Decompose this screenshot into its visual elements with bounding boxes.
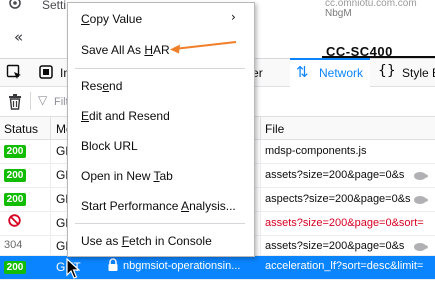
filter-icon: ▽: [38, 93, 48, 107]
request-file: assets?size=200&page=0&s: [265, 169, 405, 181]
menu-item-edit-and-resend[interactable]: Edit and Resend: [81, 109, 170, 123]
column-divider: [50, 140, 51, 258]
status-text: 304: [4, 239, 23, 251]
request-file: assets?size=200&page=0&sort=: [265, 217, 424, 229]
style-editor-tab-label[interactable]: Style E: [402, 66, 435, 80]
blocked-icon: [8, 214, 21, 227]
menu-item-use-as-fetch[interactable]: Use as Fetch in Console: [81, 234, 212, 248]
lock-icon: [108, 258, 118, 271]
tab-network-indicator: [290, 58, 370, 60]
column-header-file[interactable]: File: [265, 122, 284, 136]
chevron-right-icon: ›: [231, 10, 236, 24]
mouse-cursor-icon: [66, 258, 80, 279]
page-text-fragment: NbgM: [325, 8, 352, 19]
column-header-status[interactable]: Status: [4, 122, 38, 136]
toolbar-divider: [30, 92, 31, 110]
menu-item-save-all-as-har[interactable]: Save All As HAR: [81, 43, 170, 57]
menu-item-copy-value[interactable]: Copy Value: [81, 12, 142, 26]
slow-request-icon: [414, 172, 428, 180]
status-badge: 200: [4, 169, 26, 182]
slow-request-icon: [414, 196, 428, 204]
inspector-icon[interactable]: [38, 64, 54, 80]
request-file: acceleration_lf?sort=desc&limit=: [265, 260, 424, 272]
menu-item-resend[interactable]: Resend: [81, 79, 122, 93]
menu-separator: [75, 223, 245, 224]
menu-separator: [75, 68, 245, 69]
request-file: mdsp-components.js: [265, 145, 367, 157]
trash-icon[interactable]: [8, 94, 22, 110]
menu-item-block-url[interactable]: Block URL: [81, 139, 138, 153]
collapse-sidebar-icon[interactable]: «: [14, 28, 23, 46]
column-divider: [50, 117, 51, 140]
request-file: assets?size=200&page=0&s: [265, 240, 405, 252]
gear-icon[interactable]: [8, 0, 22, 12]
menu-item-start-performance-analysis[interactable]: Start Performance Analysis...: [81, 199, 236, 213]
column-divider: [260, 140, 261, 258]
network-icon: ⇅: [296, 63, 309, 81]
request-file: aspects?size=200&page=0&s: [265, 193, 411, 205]
element-picker-icon[interactable]: [6, 64, 22, 80]
slow-request-icon: [414, 243, 428, 251]
settings-tab-label[interactable]: Setti: [42, 0, 66, 12]
request-domain: nbgmsiot-operationsin...: [123, 260, 241, 272]
network-tab-label[interactable]: Network: [319, 66, 363, 80]
style-editor-icon: {}: [378, 63, 396, 79]
annotation-arrow-icon: [170, 41, 237, 54]
status-badge: 200: [4, 193, 26, 206]
menu-item-open-in-new-tab[interactable]: Open in New Tab: [81, 169, 173, 183]
column-divider: [260, 117, 261, 140]
status-badge: 200: [4, 145, 26, 158]
status-badge: 200: [4, 261, 26, 274]
